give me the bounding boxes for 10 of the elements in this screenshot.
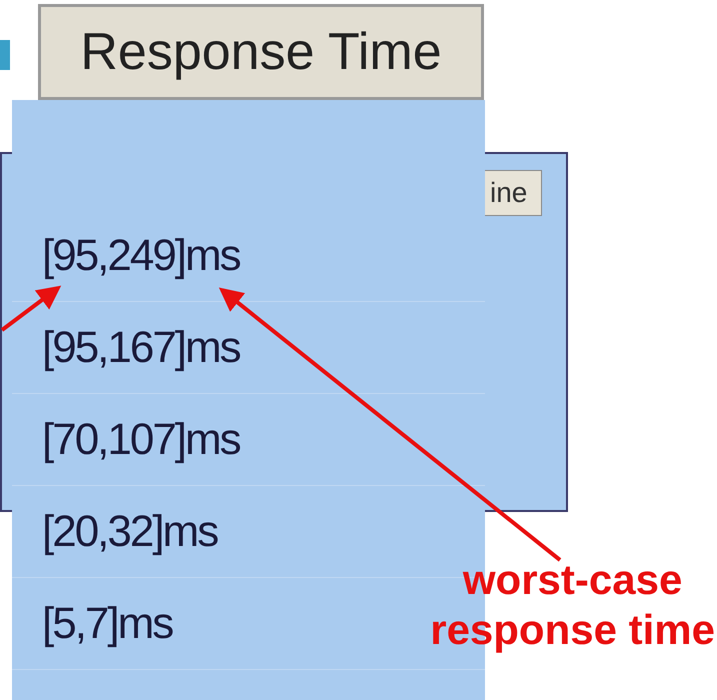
response-time-value: [95,249]ms [42,230,240,282]
arrow [0,286,62,332]
accent-mark [0,40,10,70]
response-time-value: [70,107]ms [42,414,240,466]
response-time-header[interactable]: Response Time [38,4,484,100]
column-header-text: ine [489,176,528,210]
response-time-value: [20,32]ms [42,506,218,558]
response-time-value: [5,7]ms [42,598,172,650]
annotation-text: worst-case response time [430,555,715,656]
response-time-value: [95,167]ms [42,322,240,374]
